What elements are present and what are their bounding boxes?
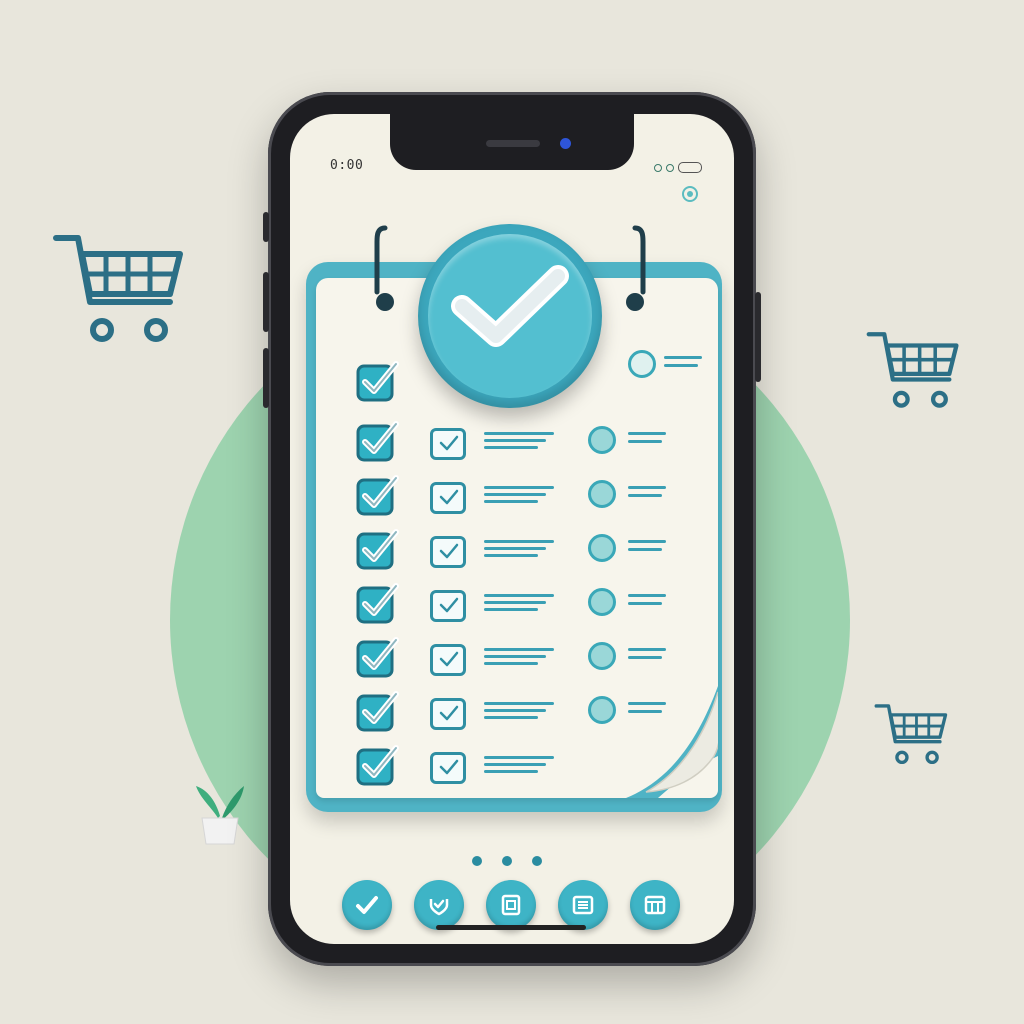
potted-plant-icon [192, 778, 248, 848]
nav-shield-button[interactable] [414, 880, 464, 930]
task-checkbox[interactable] [356, 358, 400, 402]
shield-check-icon [429, 899, 449, 916]
checklist-row[interactable] [346, 580, 686, 624]
checklist-row[interactable] [346, 418, 686, 462]
phone-screen: 0:00 [290, 114, 734, 944]
priority-text-lines [628, 486, 668, 502]
task-text-lines [484, 540, 554, 561]
task-text-lines [484, 594, 554, 615]
check-icon [439, 597, 459, 613]
checklist-row[interactable] [346, 472, 686, 516]
nav-calendar-button[interactable] [630, 880, 680, 930]
priority-text-lines [628, 648, 668, 664]
check-icon [439, 435, 459, 451]
list-icon [572, 895, 594, 915]
check-icon [439, 489, 459, 505]
check-icon [439, 759, 459, 775]
checklist-row[interactable] [346, 526, 686, 570]
priority-text-lines [628, 702, 668, 718]
priority-radio[interactable] [588, 480, 616, 508]
check-icon [356, 896, 378, 914]
status-time: 0:00 [330, 158, 364, 173]
page-dot[interactable] [502, 856, 512, 866]
subtask-checkbox[interactable] [430, 482, 466, 514]
task-checkbox[interactable] [356, 418, 400, 462]
task-text-lines [484, 486, 554, 507]
priority-text-lines [664, 356, 704, 372]
nav-check-button[interactable] [342, 880, 392, 930]
shopping-cart-icon [52, 232, 188, 348]
task-checkbox[interactable] [356, 742, 400, 786]
page-dot[interactable] [472, 856, 482, 866]
subtask-checkbox[interactable] [430, 644, 466, 676]
task-checkbox[interactable] [356, 472, 400, 516]
page-dot[interactable] [532, 856, 542, 866]
settings-icon[interactable] [682, 186, 698, 202]
check-icon [439, 543, 459, 559]
subtask-checkbox[interactable] [430, 590, 466, 622]
task-text-lines [484, 432, 554, 453]
task-text-lines [484, 756, 554, 777]
task-text-lines [484, 702, 554, 723]
priority-radio[interactable] [588, 588, 616, 616]
task-text-lines [484, 648, 554, 669]
task-checkbox[interactable] [356, 526, 400, 570]
nav-clipboard-button[interactable] [486, 880, 536, 930]
page-indicator[interactable] [472, 856, 542, 866]
checklist-row[interactable] [346, 634, 686, 678]
binder-ring-right [626, 225, 646, 311]
notch [390, 114, 634, 170]
subtask-checkbox[interactable] [430, 698, 466, 730]
speaker-grille [486, 140, 540, 147]
priority-text-lines [628, 432, 668, 448]
status-icons [654, 162, 702, 173]
home-indicator[interactable] [436, 925, 586, 930]
calendar-grid-icon [644, 895, 666, 915]
check-icon [439, 705, 459, 721]
task-checkbox[interactable] [356, 634, 400, 678]
power-button [755, 292, 761, 382]
task-checkbox[interactable] [356, 580, 400, 624]
battery-icon [678, 162, 702, 173]
checklist-row[interactable] [346, 742, 686, 786]
subtask-checkbox[interactable] [430, 428, 466, 460]
task-checkbox[interactable] [356, 688, 400, 732]
mute-switch [263, 212, 269, 242]
priority-radio[interactable] [628, 350, 656, 378]
wifi-icon [666, 163, 674, 172]
checklist-row[interactable] [346, 350, 702, 402]
priority-radio[interactable] [588, 534, 616, 562]
checklist-row[interactable] [346, 688, 686, 732]
priority-text-lines [628, 540, 668, 556]
clipboard-icon [501, 894, 521, 916]
shopping-cart-icon [874, 702, 950, 768]
binder-ring-left [374, 225, 394, 311]
front-camera [560, 138, 571, 149]
priority-radio[interactable] [588, 642, 616, 670]
volume-down-button [263, 348, 269, 408]
signal-icon [654, 163, 662, 172]
subtask-checkbox[interactable] [430, 536, 466, 568]
priority-radio[interactable] [588, 426, 616, 454]
priority-text-lines [628, 594, 668, 610]
check-icon [439, 651, 459, 667]
phone-device: 0:00 [263, 92, 761, 966]
subtask-checkbox[interactable] [430, 752, 466, 784]
shopping-cart-icon [864, 330, 964, 412]
nav-list-button[interactable] [558, 880, 608, 930]
volume-up-button [263, 272, 269, 332]
